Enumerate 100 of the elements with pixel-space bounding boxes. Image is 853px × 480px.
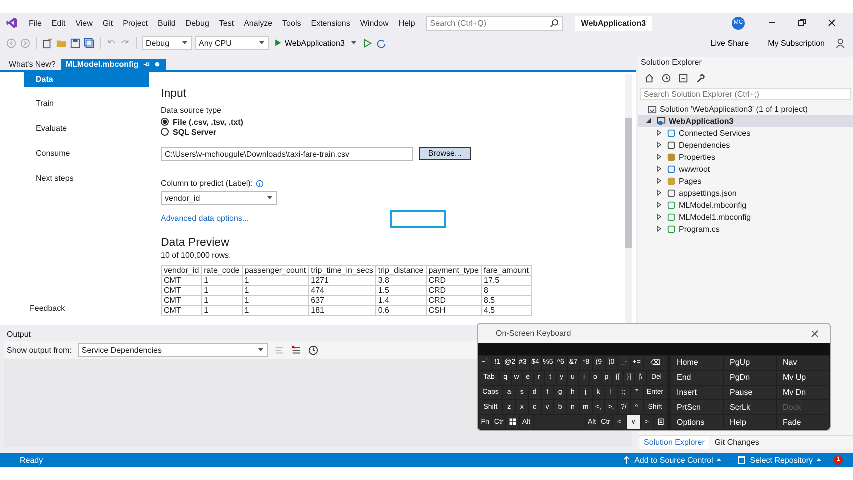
close-icon[interactable]: [810, 328, 820, 338]
radio-button[interactable]: [161, 128, 169, 136]
scrollbar[interactable]: [625, 74, 632, 323]
keyboard-key[interactable]: Pause: [724, 386, 776, 400]
keyboard-key[interactable]: PgUp: [724, 356, 776, 370]
keyboard-key[interactable]: Mv Up: [777, 370, 829, 385]
menu-item[interactable]: Tools: [278, 18, 306, 28]
menu-item[interactable]: Help: [394, 18, 420, 28]
new-item-icon[interactable]: [42, 38, 53, 48]
keyboard-key[interactable]: Help: [724, 415, 776, 429]
tree-item[interactable]: appsettings.json: [679, 188, 737, 198]
search-icon[interactable]: [550, 18, 560, 28]
keyboard-key[interactable]: PrtScn: [671, 400, 723, 414]
table-cell: 1.4: [376, 296, 426, 306]
step-item[interactable]: Next steps: [24, 170, 149, 187]
panel-tab[interactable]: Solution Explorer: [640, 436, 709, 449]
info-icon[interactable]: [256, 180, 264, 188]
expander-icon[interactable]: [656, 202, 662, 208]
keyboard-key[interactable]: End: [671, 370, 723, 385]
dot-icon[interactable]: [154, 61, 161, 68]
expander-icon[interactable]: [656, 166, 662, 172]
keyboard-key[interactable]: Options: [671, 415, 723, 429]
menu-item[interactable]: Debug: [180, 18, 214, 28]
menu-item[interactable]: File: [24, 18, 47, 28]
clock-icon[interactable]: [308, 344, 319, 356]
live-share-button[interactable]: Live Share: [702, 38, 758, 48]
expander-icon[interactable]: [656, 178, 662, 184]
menu-item[interactable]: Build: [153, 18, 181, 28]
expander-icon[interactable]: [656, 214, 662, 220]
browse-button[interactable]: Browse...: [419, 147, 471, 160]
keyboard-key[interactable]: Home: [671, 356, 723, 370]
caret-icon: [816, 458, 822, 462]
menu-item[interactable]: Analyze: [239, 18, 278, 28]
menu-item[interactable]: Project: [118, 18, 154, 28]
platform-dropdown[interactable]: Any CPU: [195, 36, 269, 50]
close-icon[interactable]: [827, 18, 837, 28]
configuration-dropdown[interactable]: Debug: [142, 36, 192, 50]
clear-all-icon[interactable]: [290, 344, 302, 356]
keyboard-key[interactable]: [506, 415, 520, 429]
output-source-dropdown[interactable]: Service Dependencies: [78, 343, 268, 357]
search-field[interactable]: Search Solution Explorer (Ctrl+;): [640, 88, 851, 100]
keyboard-key[interactable]: PgDn: [724, 370, 776, 385]
history-icon[interactable]: [661, 73, 672, 84]
keyboard-key[interactable]: Fade: [777, 415, 829, 429]
column-header: vendor_id: [162, 266, 202, 276]
step-item[interactable]: Train: [24, 95, 149, 112]
file-path-field[interactable]: C:\Users\v-mchougule\Downloads\taxi-fare-train.csv: [161, 147, 413, 161]
source-control-button[interactable]: Add to Source Control: [614, 456, 730, 464]
step-item[interactable]: Consume: [24, 145, 149, 162]
step-item[interactable]: Evaluate: [24, 120, 149, 137]
keyboard-key[interactable]: Mv Dn: [777, 386, 829, 400]
document-tab[interactable]: MLModel.mbconfig: [60, 59, 166, 70]
subscription-button[interactable]: My Subscription: [760, 38, 833, 48]
tree-item[interactable]: MLModel.mbconfig: [679, 200, 747, 210]
keyboard-key[interactable]: [654, 415, 668, 429]
keyboard-key[interactable]: Insert: [671, 386, 723, 400]
tree-item[interactable]: Program.cs: [679, 224, 720, 234]
tree-item[interactable]: Dependencies: [679, 140, 730, 150]
radio-button[interactable]: [161, 118, 169, 126]
step-item[interactable]: Data: [24, 72, 149, 87]
expander-icon[interactable]: [656, 142, 662, 148]
menu-item[interactable]: Git: [98, 18, 118, 28]
menu-item[interactable]: Extensions: [306, 18, 356, 28]
expander-icon[interactable]: [656, 226, 662, 232]
tree-item[interactable]: Solution 'WebApplication3' (1 of 1 project): [660, 104, 808, 114]
tree-item[interactable]: Connected Services: [679, 128, 751, 138]
keyboard-key[interactable]: Nav: [777, 356, 829, 370]
pin-icon[interactable]: [142, 61, 150, 68]
repository-button[interactable]: Select Repository: [730, 456, 830, 464]
save-all-icon[interactable]: [84, 38, 95, 48]
table-cell: 0.6: [376, 306, 426, 316]
column-dropdown[interactable]: vendor_id: [161, 191, 277, 205]
expander-icon[interactable]: [656, 130, 662, 136]
play-outline-icon[interactable]: [362, 38, 373, 48]
expander-icon[interactable]: [646, 118, 652, 124]
menu-item[interactable]: View: [70, 18, 98, 28]
keyboard-key[interactable]: ScrLk: [724, 400, 776, 414]
focus-outline: [390, 210, 446, 228]
home-icon[interactable]: [644, 73, 655, 84]
restore-icon[interactable]: [797, 18, 807, 28]
tree-item[interactable]: wwwroot: [679, 164, 710, 174]
wrench-icon[interactable]: [695, 73, 706, 84]
refresh-icon[interactable]: [376, 38, 387, 48]
menu-item[interactable]: Window: [355, 18, 394, 28]
tree-item[interactable]: Pages: [679, 176, 702, 186]
menu-item[interactable]: Test: [214, 18, 240, 28]
solution-icon: [648, 104, 657, 114]
feedback-icon[interactable]: [836, 38, 847, 48]
advanced-options-link[interactable]: Advanced data options...: [161, 214, 250, 223]
panel-title: Solution Explorer: [640, 57, 702, 69]
menu-item[interactable]: Edit: [46, 18, 71, 28]
save-icon[interactable]: [70, 38, 81, 48]
tree-item[interactable]: MLModel1.mbconfig: [679, 212, 752, 222]
tree-item[interactable]: Properties: [679, 152, 716, 162]
feedback-link[interactable]: Feedback: [24, 304, 149, 313]
run-button[interactable]: WebApplication3: [272, 38, 359, 48]
expander-icon[interactable]: [656, 154, 662, 160]
collapse-icon[interactable]: [678, 73, 689, 84]
panel-tab[interactable]: Git Changes: [710, 436, 764, 449]
expander-icon[interactable]: [656, 190, 662, 196]
